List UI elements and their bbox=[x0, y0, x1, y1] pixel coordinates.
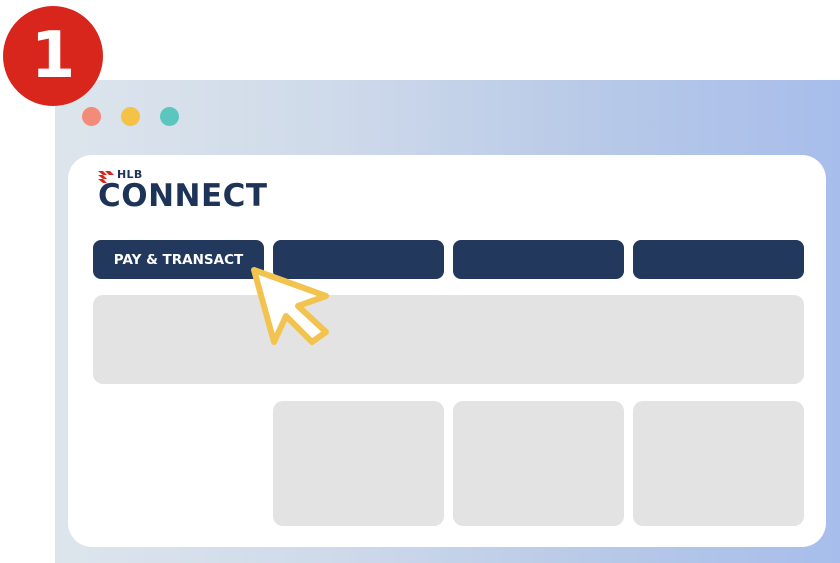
content-card-placeholder bbox=[633, 401, 804, 526]
pointer-hand-icon bbox=[251, 267, 329, 345]
banner-placeholder bbox=[93, 295, 804, 384]
browser-window: HLB CONNECT PAY & TRANSACT bbox=[55, 80, 840, 563]
hlb-connect-logo[interactable]: HLB CONNECT bbox=[98, 167, 267, 219]
tab-nav-3[interactable] bbox=[453, 240, 624, 279]
window-maximize-dot[interactable] bbox=[160, 107, 179, 126]
tab-nav-4[interactable] bbox=[633, 240, 804, 279]
content-card-placeholder bbox=[453, 401, 624, 526]
content-card-placeholder bbox=[273, 401, 444, 526]
page-content: HLB CONNECT PAY & TRANSACT bbox=[68, 155, 826, 547]
window-minimize-dot[interactable] bbox=[121, 107, 140, 126]
step-number-badge: 1 bbox=[3, 6, 103, 106]
brand-wordmark: CONNECT bbox=[98, 178, 268, 214]
window-close-dot[interactable] bbox=[82, 107, 101, 126]
tab-pay-and-transact[interactable]: PAY & TRANSACT bbox=[93, 240, 264, 279]
